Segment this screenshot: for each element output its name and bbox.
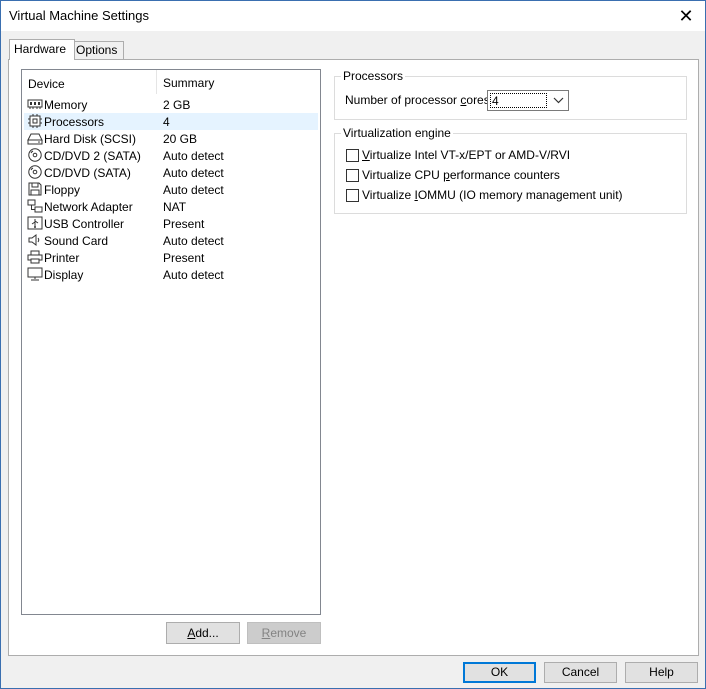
device-row-floppy[interactable]: Floppy Auto detect <box>24 181 318 198</box>
device-row-cd-dvd[interactable]: CD/DVD (SATA) Auto detect <box>24 164 318 181</box>
virtualize-iommu-label[interactable]: Virtualize IOMMU (IO memory management u… <box>362 188 623 202</box>
processor-icon <box>28 114 42 128</box>
device-row-display[interactable]: Display Auto detect <box>24 266 318 283</box>
remove-label-accel: R <box>261 626 271 640</box>
tab-hardware[interactable]: Hardware <box>9 39 75 60</box>
device-summary: Present <box>163 217 205 231</box>
opt-post: irtualize Intel VT-x/EPT or AMD-V/RVI <box>369 148 571 162</box>
opt-post: erformance counters <box>449 168 560 182</box>
device-name: Display <box>44 268 84 282</box>
printer-icon <box>27 250 43 264</box>
column-header-device[interactable]: Device <box>28 77 65 91</box>
monitor-icon <box>27 267 43 281</box>
opt-accel: V <box>362 148 370 162</box>
opt-pre: Virtualize <box>362 188 415 202</box>
device-name: Sound Card <box>44 234 109 248</box>
device-name: Memory <box>44 98 88 112</box>
opt-post: OMMU (IO memory management unit) <box>417 188 623 202</box>
network-adapter-icon <box>27 199 43 213</box>
remove-label-post: emove <box>270 626 307 640</box>
opt-pre: Virtualize CPU <box>362 168 444 182</box>
cd-dvd-icon <box>28 148 42 162</box>
device-name: CD/DVD 2 (SATA) <box>44 149 141 163</box>
title-bar: Virtual Machine Settings ✕ <box>1 1 705 31</box>
tab-options[interactable]: Options <box>71 41 124 59</box>
device-summary: Auto detect <box>163 183 224 197</box>
close-icon: ✕ <box>678 5 694 26</box>
device-summary: 4 <box>163 115 170 129</box>
device-summary: Auto detect <box>163 234 224 248</box>
chevron-down-icon <box>553 97 564 104</box>
device-name: USB Controller <box>44 217 125 231</box>
device-summary: NAT <box>163 200 187 214</box>
device-summary: 2 GB <box>163 98 191 112</box>
cores-label-pre: Number of processor <box>345 93 461 107</box>
device-name: Network Adapter <box>44 200 133 214</box>
device-row-printer[interactable]: Printer Present <box>24 249 318 266</box>
virtualization-group: Virtualization engine Virtualize Intel V… <box>334 126 687 214</box>
device-row-cd-dvd-2[interactable]: CD/DVD 2 (SATA) Auto detect <box>24 147 318 164</box>
device-row-memory[interactable]: Memory 2 GB <box>24 96 318 113</box>
device-name: Printer <box>44 251 80 265</box>
device-summary: Auto detect <box>163 268 224 282</box>
device-list[interactable]: Device Summary Memory 2 GB Processors 4 … <box>21 69 321 615</box>
floppy-icon <box>28 182 42 196</box>
device-summary: Auto detect <box>163 149 224 163</box>
device-name: Processors <box>44 115 105 129</box>
device-summary: 20 GB <box>163 132 198 146</box>
speaker-icon <box>28 234 40 246</box>
cd-dvd-icon <box>28 165 42 179</box>
cancel-button[interactable]: Cancel <box>544 662 617 683</box>
memory-icon <box>27 99 43 109</box>
device-row-processors[interactable]: Processors 4 <box>24 113 318 130</box>
device-summary: Present <box>163 251 205 265</box>
vm-settings-window: Virtual Machine Settings ✕ Hardware Opti… <box>0 0 706 689</box>
close-button[interactable]: ✕ <box>667 1 705 31</box>
hardware-panel: Device Summary Memory 2 GB Processors 4 … <box>8 59 699 656</box>
virtualize-cpu-counters-checkbox[interactable] <box>346 169 359 182</box>
device-name: Hard Disk (SCSI) <box>44 132 137 146</box>
device-row-network-adapter[interactable]: Network Adapter NAT <box>24 198 318 215</box>
device-row-sound-card[interactable]: Sound Card Auto detect <box>24 232 318 249</box>
processors-group: Processors Number of processor cores: 4 <box>334 69 687 120</box>
column-header-summary[interactable]: Summary <box>156 70 214 94</box>
virtualize-cpu-counters-label[interactable]: Virtualize CPU performance counters <box>362 168 560 182</box>
processor-cores-value: 4 <box>490 93 547 108</box>
hard-disk-icon <box>27 133 43 145</box>
remove-device-button[interactable]: Remove <box>247 622 321 644</box>
add-label-post: dd... <box>195 626 219 640</box>
virtualize-vtx-checkbox[interactable] <box>346 149 359 162</box>
processor-cores-label: Number of processor cores: <box>345 93 493 107</box>
processor-cores-dropdown[interactable]: 4 <box>487 90 569 111</box>
device-summary: Auto detect <box>163 166 224 180</box>
virtualize-vtx-label[interactable]: Virtualize Intel VT-x/EPT or AMD-V/RVI <box>362 148 570 162</box>
device-list-header: Device Summary <box>22 70 320 94</box>
device-name: CD/DVD (SATA) <box>44 166 131 180</box>
help-button[interactable]: Help <box>625 662 698 683</box>
add-device-button[interactable]: Add... <box>166 622 240 644</box>
virtualize-iommu-checkbox[interactable] <box>346 189 359 202</box>
processors-group-label: Processors <box>341 69 406 83</box>
window-title: Virtual Machine Settings <box>9 8 149 23</box>
device-name: Floppy <box>44 183 81 197</box>
device-row-hard-disk[interactable]: Hard Disk (SCSI) 20 GB <box>24 130 318 147</box>
ok-button[interactable]: OK <box>463 662 536 683</box>
device-row-usb-controller[interactable]: USB Controller Present <box>24 215 318 232</box>
usb-controller-icon <box>27 216 43 230</box>
virtualization-group-label: Virtualization engine <box>341 126 453 140</box>
opt-accel: p <box>443 168 450 182</box>
